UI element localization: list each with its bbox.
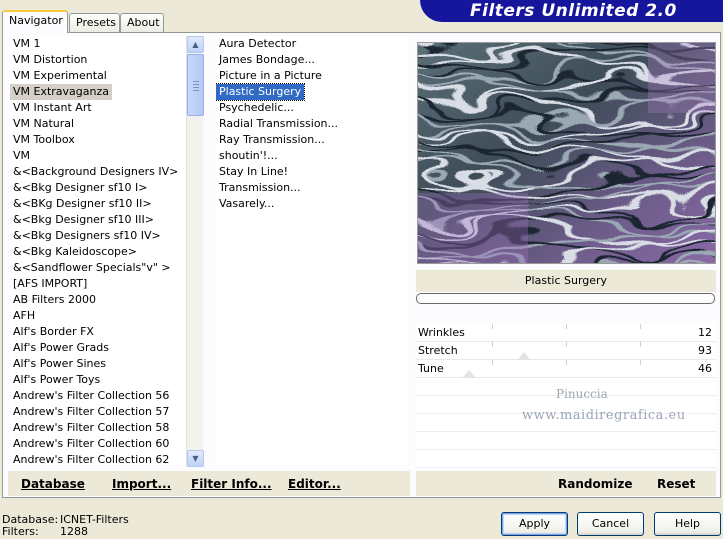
category-list-item[interactable]: VM Natural: [10, 116, 186, 132]
category-list-item[interactable]: Andrew's Filter Collection 62: [10, 452, 186, 467]
param-stretch-slider[interactable]: Stretch 93: [416, 342, 716, 360]
category-list-item[interactable]: VM Distortion: [10, 52, 186, 68]
category-list-item[interactable]: Alf's Border FX: [10, 324, 186, 340]
category-list-item[interactable]: VM: [10, 148, 186, 164]
reset-button[interactable]: Reset: [657, 477, 695, 491]
app-title-banner: Filters Unlimited 2.0: [420, 0, 723, 22]
preview-image: [417, 42, 716, 264]
status-value: 1288: [60, 525, 88, 538]
category-list-item[interactable]: VM Experimental: [10, 68, 186, 84]
progress-bar: [416, 293, 715, 304]
category-list-item[interactable]: [AFS IMPORT]: [10, 276, 186, 292]
tab-about[interactable]: About: [120, 13, 164, 32]
filter-list-item[interactable]: Plastic Surgery: [216, 83, 306, 101]
filter-list-item[interactable]: Psychedelic...: [216, 100, 408, 116]
category-list-item[interactable]: &<Bkg Kaleidoscope>: [10, 244, 186, 260]
status-filters: Filters: 1288: [2, 525, 88, 538]
filter-list-item[interactable]: shoutin'!...: [216, 148, 408, 164]
category-list-item[interactable]: VM Instant Art: [10, 100, 186, 116]
category-list-item[interactable]: &<Background Designers IV>: [10, 164, 186, 180]
param-label: Stretch: [418, 344, 458, 357]
filter-list-item[interactable]: Aura Detector: [216, 36, 408, 52]
scroll-up-arrow-icon[interactable]: ▲: [187, 36, 204, 53]
param-label: Wrinkles: [418, 326, 465, 339]
filter-list-item[interactable]: James Bondage...: [216, 52, 408, 68]
category-list-item[interactable]: AB Filters 2000: [10, 292, 186, 308]
category-list-item[interactable]: &<Bkg Designer sf10 I>: [10, 180, 186, 196]
watermark-url: www.maidiregrafica.eu: [522, 408, 686, 423]
category-scrollbar[interactable]: ▲ ▼: [186, 36, 204, 467]
filter-list-item[interactable]: Transmission...: [216, 180, 408, 196]
filter-list-item[interactable]: Vasarely...: [216, 196, 408, 212]
slider-marker[interactable]: [462, 370, 476, 378]
help-button[interactable]: Help: [654, 512, 721, 536]
param-tune-slider[interactable]: Tune 46: [416, 360, 716, 378]
category-list-item[interactable]: Alf's Power Toys: [10, 372, 186, 388]
status-label: Filters:: [2, 525, 39, 538]
category-list-item[interactable]: &<Bkg Designers sf10 IV>: [10, 228, 186, 244]
param-empty-row: [416, 450, 716, 468]
category-list-item[interactable]: Alf's Power Grads: [10, 340, 186, 356]
param-value: 46: [698, 362, 712, 375]
filter-list-item[interactable]: Radial Transmission...: [216, 116, 408, 132]
slider-marker[interactable]: [517, 352, 531, 360]
category-list-item[interactable]: Andrew's Filter Collection 56: [10, 388, 186, 404]
category-list-item[interactable]: VM Toolbox: [10, 132, 186, 148]
category-list[interactable]: VM 1 VM Distortion VM Experimental VM Extra…: [10, 36, 186, 467]
filter-list-item[interactable]: Picture in a Picture: [216, 68, 408, 84]
database-button[interactable]: Database: [21, 477, 85, 491]
apply-button[interactable]: Apply: [501, 512, 568, 536]
category-list-item[interactable]: Andrew's Filter Collection 60: [10, 436, 186, 452]
filter-list-item[interactable]: Stay In Line!: [216, 164, 408, 180]
scrollbar-thumb[interactable]: [187, 54, 204, 116]
param-empty-row: [416, 432, 716, 450]
cancel-button[interactable]: Cancel: [577, 512, 644, 536]
filter-list[interactable]: Aura Detector James Bondage... Picture in …: [216, 36, 408, 467]
category-list-item[interactable]: Alf's Power Sines: [10, 356, 186, 372]
tab-navigator[interactable]: Navigator: [2, 10, 68, 33]
editor-button[interactable]: Editor...: [288, 477, 341, 491]
category-list-item[interactable]: AFH: [10, 308, 186, 324]
list-toolbar: Database Import... Filter Info... Editor…: [8, 471, 410, 496]
category-list-item[interactable]: &<Bkg Designer sf10 III>: [10, 212, 186, 228]
category-list-item[interactable]: Andrew's Filter Collection 58: [10, 420, 186, 436]
category-list-item[interactable]: Andrew's Filter Collection 57: [10, 404, 186, 420]
tab-presets[interactable]: Presets: [69, 13, 120, 32]
param-label: Tune: [418, 362, 444, 375]
filter-info-button[interactable]: Filter Info...: [191, 477, 272, 491]
randomize-button[interactable]: Randomize: [558, 477, 632, 491]
category-list-item[interactable]: &<Sandflower Specials"v" >: [10, 260, 186, 276]
category-list-item[interactable]: VM 1: [10, 36, 186, 52]
param-value: 93: [698, 344, 712, 357]
watermark-name: Pinuccia: [556, 387, 608, 401]
param-value: 12: [698, 326, 712, 339]
param-wrinkles-slider[interactable]: Wrinkles 12: [416, 324, 716, 342]
category-list-item[interactable]: &<BKg Designer sf10 II>: [10, 196, 186, 212]
preview-toolbar: Randomize Reset: [416, 471, 716, 496]
filter-list-item[interactable]: Ray Transmission...: [216, 132, 408, 148]
category-list-item[interactable]: VM Extravaganza: [10, 84, 113, 100]
preview-filter-name: Plastic Surgery: [416, 270, 716, 292]
import-button[interactable]: Import...: [112, 477, 171, 491]
scroll-down-arrow-icon[interactable]: ▼: [187, 450, 204, 467]
